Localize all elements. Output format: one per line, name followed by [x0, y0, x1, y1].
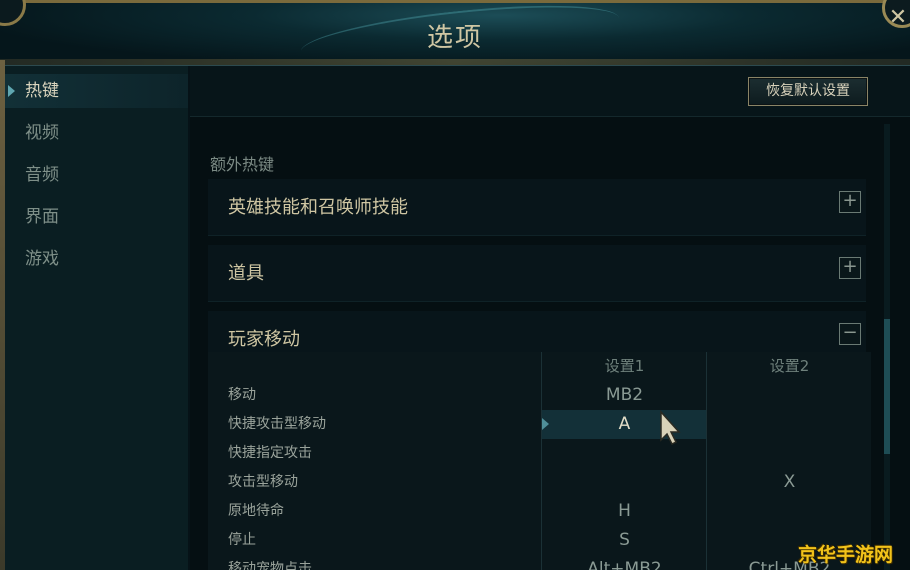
table-row: 原地待命 H	[208, 497, 871, 527]
window-title: 选项	[426, 23, 483, 53]
action-label: 原地待命	[228, 503, 284, 519]
setting1-cell[interactable]: Alt+MB2	[541, 555, 707, 570]
expand-icon[interactable]: +	[839, 191, 861, 213]
table-row: 移动 MB2	[208, 381, 871, 411]
sidebar-item-label: 游戏	[25, 249, 59, 269]
table-row: 快捷指定攻击	[208, 439, 871, 469]
setting1-cell[interactable]	[541, 468, 707, 497]
setting1-cell[interactable]	[541, 439, 707, 468]
group-abilities[interactable]: 英雄技能和召唤师技能 +	[208, 179, 866, 236]
scrollbar[interactable]	[884, 124, 890, 570]
setting1-cell[interactable]: S	[541, 526, 707, 555]
sidebar-item-label: 界面	[25, 207, 59, 227]
table-row: 移动宠物点击 Alt+MB2 Ctrl+MB2	[208, 555, 871, 570]
sidebar: 热键 视频 音频 界面 游戏	[5, 66, 188, 570]
close-icon: ✕	[888, 5, 908, 30]
sidebar-item-label: 热键	[25, 81, 59, 101]
table-row: 攻击型移动 X	[208, 468, 871, 498]
action-label: 移动宠物点击	[228, 561, 312, 570]
sidebar-item-label: 音频	[25, 165, 59, 185]
action-label: 快捷指定攻击	[228, 445, 312, 461]
expand-icon[interactable]: +	[839, 257, 861, 279]
column-header-action	[208, 352, 541, 381]
panel-toolbar: 恢复默认设置	[190, 66, 910, 117]
action-label: 停止	[228, 532, 256, 548]
setting1-cell[interactable]: A	[541, 410, 707, 439]
sidebar-item-audio[interactable]: 音频	[5, 158, 188, 192]
sidebar-item-video[interactable]: 视频	[5, 116, 188, 150]
scrollbar-thumb[interactable]	[884, 319, 890, 454]
setting1-cell[interactable]: MB2	[541, 381, 707, 410]
table-header: 设置1 设置2	[208, 352, 871, 382]
setting2-cell[interactable]	[706, 497, 872, 526]
setting2-cell[interactable]	[706, 410, 872, 439]
action-label: 移动	[228, 387, 256, 403]
watermark-logo: 京华手游网	[798, 544, 894, 566]
sidebar-item-hotkeys[interactable]: 热键	[5, 74, 188, 108]
column-header-setting2: 设置2	[706, 352, 872, 381]
setting2-cell[interactable]	[706, 439, 872, 468]
group-items[interactable]: 道具 +	[208, 245, 866, 302]
setting2-cell[interactable]: X	[706, 468, 872, 497]
window-header: 选项	[0, 0, 910, 66]
group-player-movement[interactable]: 玩家移动 −	[208, 311, 866, 354]
options-window: 选项 ✕ 热键 视频 音频 界面 游戏 恢复默认设置 额外热键 英雄技能和召唤师…	[0, 0, 910, 570]
hotkeys-panel: 恢复默认设置 额外热键 英雄技能和召唤师技能 + 道具 + 玩家移动 − 设置1…	[190, 66, 910, 570]
sidebar-item-interface[interactable]: 界面	[5, 200, 188, 234]
section-title: 额外热键	[210, 155, 275, 174]
cursor-icon	[660, 410, 681, 446]
group-label: 玩家移动	[228, 329, 300, 350]
group-label: 道具	[228, 263, 264, 284]
setting2-cell[interactable]	[706, 381, 872, 410]
action-label: 快捷攻击型移动	[228, 416, 326, 432]
table-row: 快捷攻击型移动 A	[208, 410, 871, 440]
setting1-cell[interactable]: H	[541, 497, 707, 526]
reset-defaults-button[interactable]: 恢复默认设置	[748, 77, 868, 106]
table-row: 停止 S	[208, 526, 871, 556]
column-header-setting1: 设置1	[541, 352, 707, 381]
sidebar-item-label: 视频	[25, 123, 59, 143]
action-label: 攻击型移动	[228, 474, 298, 490]
collapse-icon[interactable]: −	[839, 323, 861, 345]
group-label: 英雄技能和召唤师技能	[228, 197, 408, 218]
sidebar-item-game[interactable]: 游戏	[5, 242, 188, 276]
